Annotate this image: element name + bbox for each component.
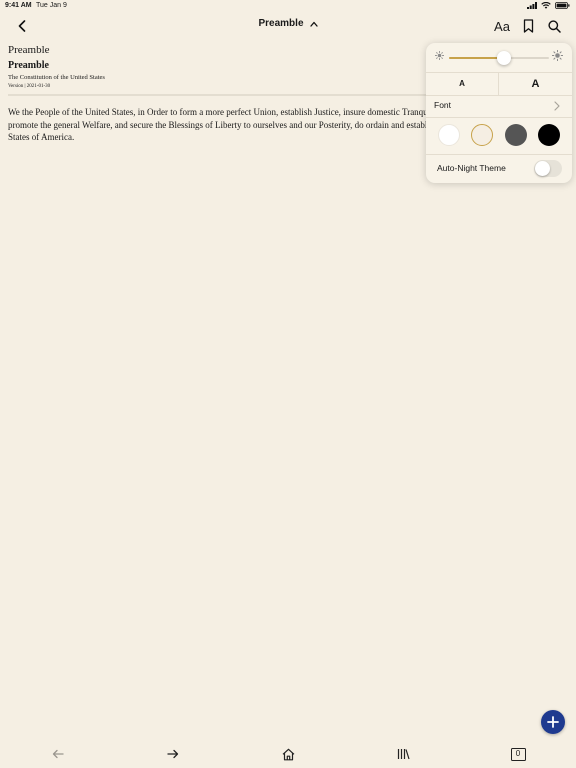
battery-icon [555, 2, 570, 9]
search-button[interactable] [544, 16, 564, 36]
search-icon [547, 19, 561, 33]
library-button[interactable] [393, 744, 413, 764]
nav-actions: Aa [492, 16, 564, 36]
bookmark-icon [523, 19, 533, 33]
status-bar: 9:41 AM Tue Jan 9 [0, 0, 576, 12]
font-row[interactable]: Font [426, 95, 572, 118]
theme-black-swatch[interactable] [538, 124, 560, 146]
history-back-button[interactable] [48, 744, 68, 764]
brightness-slider-thumb[interactable] [497, 51, 511, 65]
chevron-right-icon [554, 101, 560, 111]
home-button[interactable] [278, 744, 298, 764]
tab-count: 0 [510, 747, 526, 761]
title-dropdown-button[interactable]: Preamble [258, 18, 318, 29]
chevron-up-icon [309, 21, 318, 27]
nav-title-container: Preamble [0, 18, 576, 29]
theme-row [426, 117, 572, 155]
navigation-bar: Preamble Aa [0, 12, 576, 40]
brightness-slider-fill [449, 57, 504, 59]
brightness-slider[interactable] [449, 51, 549, 65]
sun-small-icon [435, 51, 444, 60]
bookmark-button[interactable] [518, 16, 538, 36]
tabs-button[interactable]: 0 [508, 744, 528, 764]
plus-icon [547, 716, 559, 728]
auto-night-row: Auto-Night Theme [426, 154, 572, 183]
auto-night-label: Auto-Night Theme [437, 163, 506, 173]
auto-night-toggle[interactable] [534, 160, 562, 177]
status-time: 9:41 AM [5, 2, 32, 9]
library-icon [397, 749, 410, 760]
font-size-row: A A [426, 72, 572, 96]
theme-gray-swatch[interactable] [505, 124, 527, 146]
history-forward-button[interactable] [163, 744, 183, 764]
wifi-icon [541, 2, 551, 9]
cellular-signal-icon [527, 2, 537, 9]
text-settings-button[interactable]: Aa [492, 16, 512, 36]
font-label: Font [434, 100, 452, 110]
sun-large-icon [552, 50, 563, 61]
add-button[interactable] [541, 710, 565, 734]
decrease-font-size-button[interactable]: A [426, 72, 499, 95]
theme-sepia-swatch[interactable] [471, 124, 493, 146]
reading-settings-popover: A A Font Auto-Night Theme [426, 43, 572, 183]
nav-title: Preamble [258, 18, 304, 29]
text-size-icon: Aa [494, 18, 510, 34]
auto-night-toggle-knob [535, 161, 550, 176]
status-date: Tue Jan 9 [36, 2, 67, 9]
home-icon [282, 748, 294, 760]
status-icons [527, 2, 570, 9]
increase-font-size-button[interactable]: A [499, 72, 572, 95]
bottom-toolbar: 0 [0, 740, 576, 768]
document-divider [8, 94, 428, 96]
brightness-row [426, 43, 572, 73]
theme-white-swatch[interactable] [438, 124, 460, 146]
arrow-right-icon [167, 749, 179, 759]
arrow-left-icon [52, 749, 64, 759]
